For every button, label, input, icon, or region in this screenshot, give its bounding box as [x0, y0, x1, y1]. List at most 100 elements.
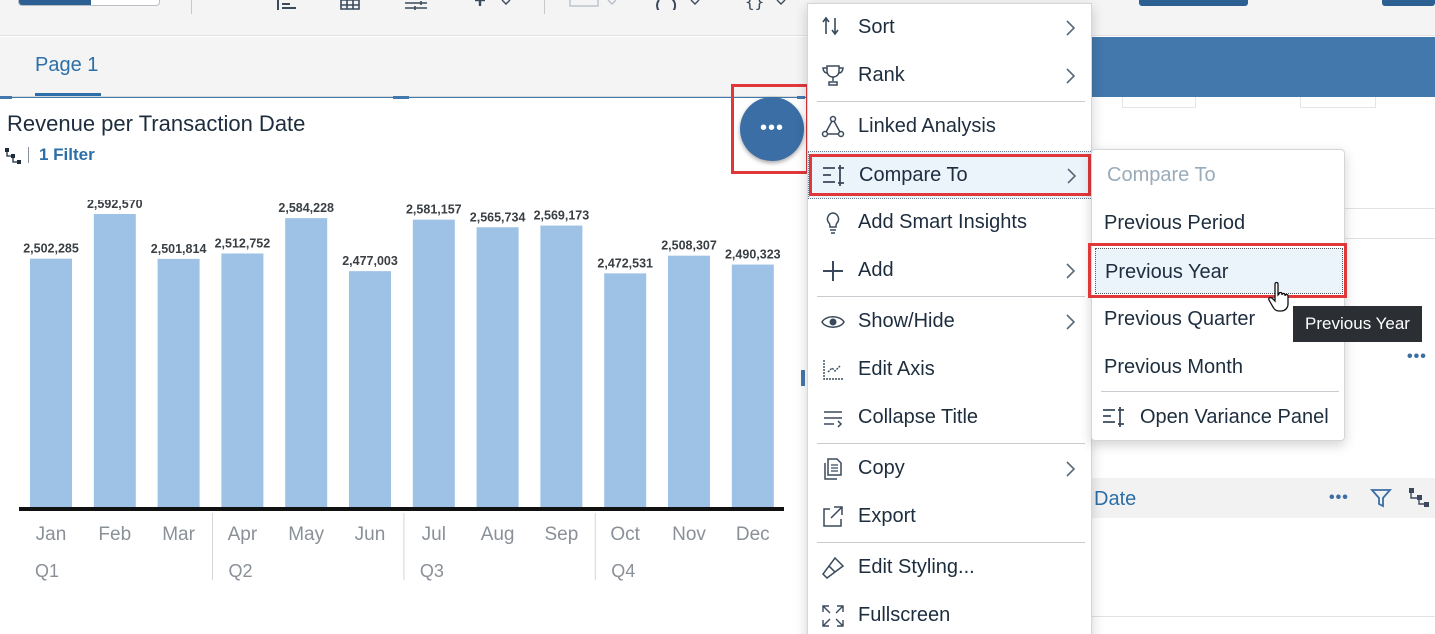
menu-item-label: Previous Quarter: [1104, 308, 1256, 330]
data-label: 2,569,173: [534, 209, 590, 223]
menu-item-sort[interactable]: Sort: [808, 4, 1093, 52]
menu-separator: [817, 542, 1085, 543]
data-label: 2,584,228: [278, 201, 334, 215]
open-variance-panel-item[interactable]: Open Variance Panel: [1140, 406, 1329, 429]
resize-handle-top[interactable]: [393, 96, 409, 99]
toolbar-divider: [191, 0, 192, 14]
x-tick-label: Aug: [481, 524, 515, 545]
svg-text:{}: {}: [745, 0, 764, 10]
right-panel-field-2: [1300, 97, 1376, 108]
menu-item-rank[interactable]: Rank: [808, 52, 1093, 100]
fullscreen-icon: [821, 604, 847, 628]
tab-page-1[interactable]: Page 1: [35, 54, 98, 77]
chevron-right-icon: [1064, 460, 1078, 478]
menu-item-label: Rank: [858, 64, 905, 86]
menu-item-edit-styling[interactable]: Edit Styling...: [808, 544, 1093, 592]
right-panel-field: [1122, 97, 1196, 108]
menu-item-linked-analysis[interactable]: Linked Analysis: [808, 103, 1093, 151]
toolbar-secondary-button[interactable]: [1382, 0, 1435, 6]
menu-item-collapse-title[interactable]: Collapse Title: [808, 394, 1093, 442]
bar-apr[interactable]: [221, 253, 264, 507]
bar-jan[interactable]: [30, 258, 72, 507]
data-label: 2,472,531: [597, 256, 653, 270]
x-tick-label: Oct: [610, 524, 640, 545]
script-icon[interactable]: {}: [743, 0, 786, 12]
tooltip: Previous Year: [1293, 306, 1422, 342]
context-menu: Sort Rank Linked Analysis Compare To Add Sma…: [807, 3, 1093, 634]
menu-item-add[interactable]: Add: [808, 247, 1093, 295]
panel-more-icon[interactable]: •••: [1407, 348, 1427, 366]
active-tab-indicator: [35, 93, 101, 96]
hierarchy-icon: [4, 147, 22, 170]
toolbar-primary-button[interactable]: [1139, 0, 1248, 6]
view-mode-toggle[interactable]: [18, 0, 160, 6]
submenu-header: Compare To: [1107, 164, 1216, 186]
axis-icon: [821, 358, 847, 382]
resize-handle-left[interactable]: [0, 96, 12, 99]
input-control-icon[interactable]: [403, 0, 429, 12]
chevron-right-icon: [1064, 262, 1078, 280]
x-tick-label: Jul: [422, 524, 446, 545]
menu-separator: [817, 296, 1085, 297]
bar-chart: 2,502,285 2,592,570 2,501,814 2,512,752 2,58…: [19, 200, 784, 581]
quarter-label: Q4: [611, 561, 635, 581]
data-label: 2,512,752: [215, 236, 271, 250]
bar-dec[interactable]: [731, 264, 774, 507]
table-icon[interactable]: [337, 0, 363, 12]
date-more-icon[interactable]: •••: [1329, 489, 1349, 507]
right-panel-header: [1090, 37, 1435, 97]
bar-aug[interactable]: [476, 227, 519, 507]
export-icon: [821, 505, 847, 529]
menu-item-export[interactable]: Export: [808, 493, 1093, 541]
align-icon[interactable]: [274, 0, 300, 12]
bar-oct[interactable]: [604, 273, 647, 507]
menu-item-add-smart-insights[interactable]: Add Smart Insights: [808, 199, 1093, 247]
highlight-box-previous-year: [1088, 243, 1347, 298]
menu-item-label: Collapse Title: [858, 406, 979, 428]
data-label: 2,502,285: [23, 242, 79, 256]
save-icon[interactable]: [568, 0, 617, 12]
hierarchy-icon-small[interactable]: [1408, 487, 1430, 514]
resize-handle-side[interactable]: [801, 370, 805, 386]
chevron-right-icon: [1064, 67, 1078, 85]
bar-jul[interactable]: [412, 219, 455, 507]
refresh-icon[interactable]: [653, 0, 700, 16]
eye-icon: [821, 310, 847, 334]
menu-item-label: Previous Period: [1104, 212, 1246, 234]
data-label: 2,508,307: [661, 239, 717, 253]
toolbar-divider-2: [544, 0, 545, 14]
filter-funnel-icon[interactable]: [1370, 487, 1392, 514]
menu-item-label: Sort: [858, 16, 895, 38]
menu-item-label: Add Smart Insights: [858, 211, 1027, 233]
bar-sep[interactable]: [540, 225, 583, 507]
quarter-label: Q3: [420, 561, 444, 581]
data-label: 2,477,003: [342, 254, 398, 268]
menu-item-copy[interactable]: Copy: [808, 445, 1093, 493]
bar-may[interactable]: [285, 218, 328, 507]
date-dimension-label: Date: [1094, 488, 1137, 510]
insert-plus-icon[interactable]: [468, 0, 511, 12]
menu-item-fullscreen[interactable]: Fullscreen: [808, 592, 1093, 634]
bar-nov[interactable]: [668, 255, 710, 507]
menu-item-edit-axis[interactable]: Edit Axis: [808, 346, 1093, 394]
menu-item-show-hide[interactable]: Show/Hide: [808, 298, 1093, 346]
linked-analysis-icon: [821, 115, 847, 139]
menu-item-label: Edit Axis: [858, 358, 935, 380]
bar-feb[interactable]: [93, 214, 136, 507]
lightbulb-icon: [821, 211, 847, 235]
filter-link[interactable]: 1 Filter: [39, 145, 95, 165]
filter-separator: [28, 147, 29, 163]
x-tick-label: Jan: [36, 524, 67, 545]
right-panel-divider-3: [1092, 616, 1435, 617]
more-actions-button[interactable]: •••: [740, 97, 804, 161]
menu-separator: [817, 101, 1085, 102]
sort-icon: [821, 16, 847, 40]
chart-title: Revenue per Transaction Date: [7, 111, 306, 136]
data-label: 2,592,570: [87, 200, 143, 211]
menu-item-previous-period[interactable]: Previous Period: [1092, 200, 1346, 246]
bar-mar[interactable]: [157, 258, 200, 507]
bar-jun[interactable]: [349, 271, 391, 507]
menu-item-previous-month[interactable]: Previous Month: [1092, 344, 1346, 390]
x-tick-label: Jun: [355, 524, 386, 545]
collapse-title-icon: [821, 406, 847, 430]
